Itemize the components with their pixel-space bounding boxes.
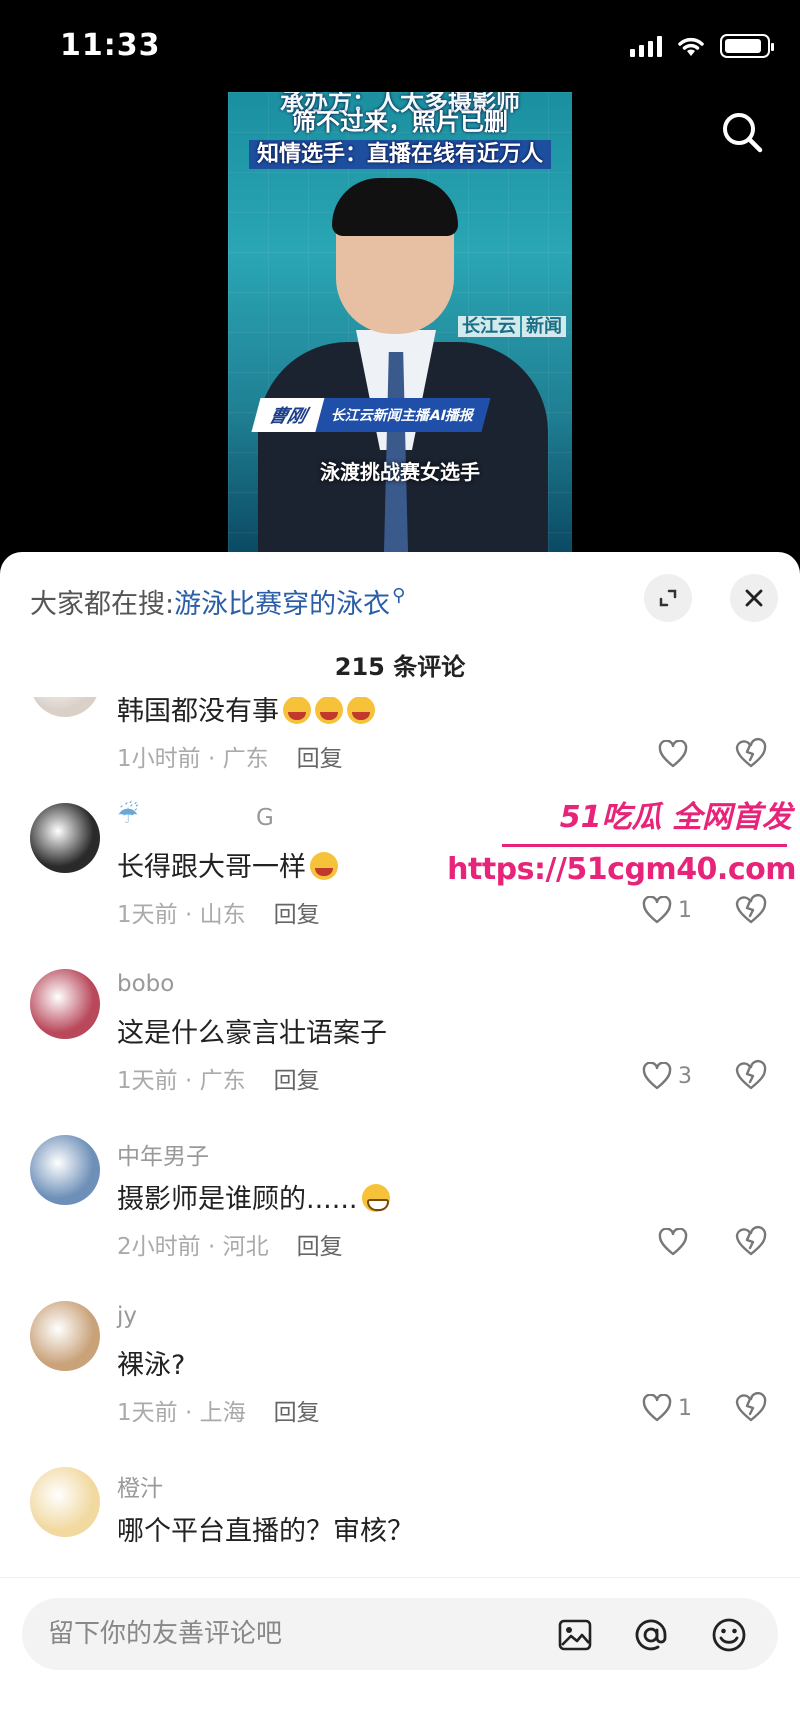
dislike-button[interactable] (734, 1059, 768, 1093)
comment-time-location: 1天前 · 山东 (117, 902, 246, 928)
comment-meta: 1天前 · 上海 回复 (117, 1393, 320, 1427)
comment-time-location: 1小时前 · 广东 (117, 746, 269, 772)
video-player[interactable]: 承办方：人太多摄影师 筛不过来，照片已删 知情选手：直播在线有近万人 长江云 新闻… (0, 92, 800, 552)
crying-laughing-emoji-icon (283, 697, 311, 724)
avatar[interactable] (30, 969, 100, 1039)
comment-text: 摄影师是谁顾的...... (117, 1177, 390, 1216)
close-button[interactable] (730, 574, 778, 622)
comment-text: 裸泳? (117, 1350, 186, 1381)
comment-count: 215 条评论 (334, 653, 466, 681)
dislike-button[interactable] (734, 1391, 768, 1425)
avatar[interactable] (30, 697, 100, 717)
reply-button[interactable]: 回复 (274, 902, 320, 928)
watermark-url: https://51cgm40.com (447, 852, 796, 887)
comment-item[interactable]: 橙汁哪个平台直播的？审核？ (0, 1457, 800, 1577)
status-bar: 11:33 (0, 0, 800, 92)
comment-input-pill[interactable] (22, 1598, 778, 1670)
comment-meta: 1天前 · 山东 回复 (117, 895, 320, 929)
dislike-button[interactable] (734, 737, 768, 771)
reply-button[interactable]: 回复 (274, 1068, 320, 1094)
rain-cloud-icon: ☔ (117, 801, 139, 829)
expand-button[interactable] (644, 574, 692, 622)
watermark-overlay: 51吃瓜 全网首发 https://51cgm40.com (447, 792, 800, 902)
status-time: 11:33 (60, 28, 161, 63)
crying-laughing-emoji-icon (315, 697, 343, 724)
comment-text: 长得跟大哥一样 (117, 845, 338, 884)
grinning-emoji-icon (361, 1184, 390, 1212)
reply-button[interactable]: 回复 (274, 1400, 320, 1426)
emoji-icon[interactable] (710, 1616, 748, 1654)
comment-input-bar (0, 1577, 800, 1731)
heart-icon (642, 1394, 672, 1422)
heart-icon (658, 740, 688, 768)
comment-text: 哪个平台直播的？审核？ (117, 1516, 414, 1547)
comment-text: 这是什么豪言壮语案子 (117, 1018, 387, 1049)
comment-item[interactable]: 韩国都没有事 1小时前 · 广东 回复 (0, 697, 800, 803)
comment-meta: 1小时前 · 广东 回复 (117, 739, 343, 773)
comment-item[interactable]: 中年男子摄影师是谁顾的...... 2小时前 · 河北 回复 (0, 1125, 800, 1291)
anchor-role: 长江云新闻主播AI播报 (315, 398, 491, 432)
wifi-icon (678, 37, 704, 56)
status-icons (630, 34, 774, 58)
like-count: 3 (678, 1063, 692, 1089)
comment-time-location: 2小时前 · 河北 (117, 1234, 269, 1260)
dislike-button[interactable] (734, 1225, 768, 1259)
comment-item[interactable]: jy 裸泳? 1天前 · 上海 回复 1 (0, 1291, 800, 1457)
broken-heart-icon (735, 1225, 767, 1256)
avatar[interactable] (30, 803, 100, 873)
heart-icon (642, 1062, 672, 1090)
comment-username[interactable]: 中年男子 (117, 1137, 209, 1171)
like-count: 1 (678, 1395, 692, 1421)
comment-input[interactable] (48, 1598, 548, 1670)
crying-laughing-emoji-icon (347, 697, 375, 724)
avatar[interactable] (30, 1135, 100, 1205)
mention-icon[interactable] (632, 1616, 670, 1654)
comment-time-location: 1天前 · 广东 (117, 1068, 246, 1094)
search-icon[interactable] (720, 110, 764, 154)
anchor-name: 曹刚 (251, 398, 325, 432)
expand-icon (659, 589, 677, 607)
channel-logo: 长江云 新闻 (456, 312, 566, 338)
like-button[interactable]: 3 (642, 1059, 692, 1093)
hot-search-bar[interactable]: 大家都在搜: 游泳比赛穿的泳衣 ⚲ (30, 582, 405, 621)
watermark-brand: 51吃瓜 全网首发 (559, 800, 792, 835)
cellular-signal-icon (630, 35, 662, 57)
video-subtitle: 泳渡挑战赛女选手 (320, 460, 480, 484)
comment-username[interactable]: 橙汁 (117, 1469, 163, 1503)
video-frame: 承办方：人太多摄影师 筛不过来，照片已删 知情选手：直播在线有近万人 长江云 新闻… (228, 92, 572, 552)
comment-meta: 2小时前 · 河北 回复 (117, 1227, 343, 1261)
comment-username[interactable]: G (256, 805, 274, 831)
comment-time-location: 1天前 · 上海 (117, 1400, 246, 1426)
close-icon (745, 589, 763, 607)
comment-item[interactable]: bobo 这是什么豪言壮语案子 1天前 · 广东 回复 3 (0, 959, 800, 1125)
reply-button[interactable]: 回复 (297, 1234, 343, 1260)
broken-heart-icon (735, 1059, 767, 1090)
image-icon[interactable] (556, 1616, 594, 1654)
hot-search-term[interactable]: 游泳比赛穿的泳衣 (174, 582, 390, 621)
comment-meta: 1天前 · 广东 回复 (117, 1061, 320, 1095)
like-button[interactable] (658, 737, 688, 771)
broken-heart-icon (735, 1391, 767, 1422)
hot-search-magnifier-icon: ⚲ (392, 585, 406, 606)
crying-laughing-emoji-icon (310, 852, 338, 880)
like-button[interactable]: 1 (642, 1391, 692, 1425)
comment-text: 韩国都没有事 (117, 697, 375, 728)
battery-icon (720, 34, 774, 58)
avatar[interactable] (30, 1301, 100, 1371)
broken-heart-icon (735, 737, 767, 768)
video-caption-line2: 筛不过来，照片已删 (292, 108, 508, 136)
hot-search-prefix: 大家都在搜: (30, 589, 175, 620)
comment-username[interactable]: bobo (117, 971, 174, 997)
like-button[interactable] (658, 1225, 688, 1259)
reply-button[interactable]: 回复 (297, 746, 343, 772)
avatar[interactable] (30, 1467, 100, 1537)
anchor-name-bar: 曹刚 长江云新闻主播AI播报 (251, 398, 491, 432)
comment-sheet: 大家都在搜: 游泳比赛穿的泳衣 ⚲ 215 条评论 韩国都没有事 1小时前 · 广… (0, 552, 800, 1731)
comment-username[interactable]: jy (117, 1303, 137, 1329)
heart-icon (658, 1228, 688, 1256)
video-caption-line3: 知情选手：直播在线有近万人 (228, 136, 572, 169)
